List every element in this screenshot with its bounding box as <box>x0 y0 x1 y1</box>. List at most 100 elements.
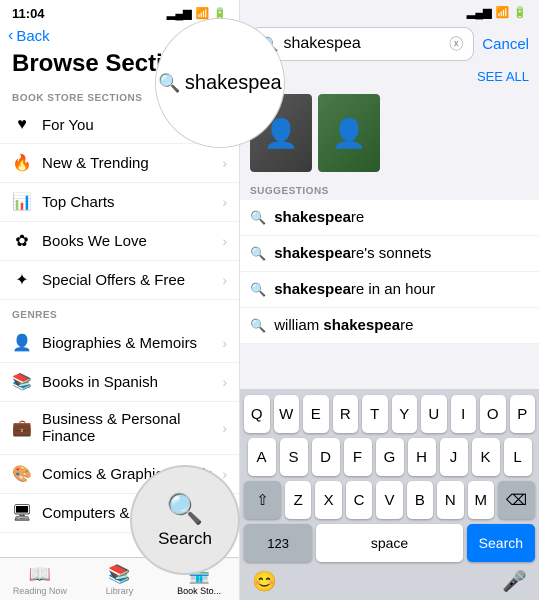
clear-search-icon[interactable]: ⓧ <box>449 34 463 54</box>
key-u[interactable]: U <box>421 395 447 433</box>
key-b[interactable]: B <box>407 481 433 519</box>
suggestion-bold-1: shakespea <box>274 209 351 226</box>
suggestion-search-icon-1: 🔍 <box>250 210 266 226</box>
key-k[interactable]: K <box>472 438 500 476</box>
suggestions-header: SUGGESTIONS <box>240 178 539 200</box>
books-we-love-label: Books We Love <box>42 233 222 250</box>
key-q[interactable]: Q <box>244 395 270 433</box>
key-o[interactable]: O <box>480 395 506 433</box>
key-j[interactable]: J <box>440 438 468 476</box>
library-icon: 📚 <box>108 564 130 585</box>
tab-reading-now-label: Reading Now <box>13 586 67 596</box>
key-t[interactable]: T <box>362 395 388 433</box>
battery-icon-right: 🔋 <box>513 6 527 19</box>
key-m[interactable]: M <box>468 481 494 519</box>
key-w[interactable]: W <box>274 395 300 433</box>
search-bar[interactable]: 🔍 shakespea ⓧ <box>250 27 474 61</box>
back-chevron-icon: ‹ <box>8 27 13 45</box>
special-offers-label: Special Offers & Free <box>42 272 222 289</box>
backspace-key[interactable]: ⌫ <box>498 481 535 519</box>
suggestion-1[interactable]: 🔍 shakespeare <box>240 200 539 236</box>
key-a[interactable]: A <box>248 438 276 476</box>
key-z[interactable]: Z <box>285 481 311 519</box>
space-key[interactable]: space <box>316 524 462 562</box>
key-n[interactable]: N <box>437 481 463 519</box>
see-all-button[interactable]: SEE ALL <box>477 69 529 84</box>
chevron-icon: › <box>222 335 227 351</box>
microphone-key[interactable]: 🎤 <box>502 569 527 594</box>
tab-library[interactable]: 📚 Library <box>80 564 160 596</box>
key-h[interactable]: H <box>408 438 436 476</box>
signal-icon-right: ▂▄▆ <box>467 6 492 19</box>
business-icon: 💼 <box>12 418 32 438</box>
key-l[interactable]: L <box>504 438 532 476</box>
book-previews: 👤 👤 <box>240 88 539 178</box>
key-g[interactable]: G <box>376 438 404 476</box>
suggestion-text-1: shakespeare <box>274 209 364 226</box>
suggestion-search-icon-3: 🔍 <box>250 282 266 298</box>
key-v[interactable]: V <box>376 481 402 519</box>
key-r[interactable]: R <box>333 395 359 433</box>
suggestion-bold-3: shakespea <box>274 281 351 298</box>
search-circle-icon: 🔍 <box>166 492 203 527</box>
keyboard-row-2: A S D F G H J K L <box>244 438 535 476</box>
key-e[interactable]: E <box>303 395 329 433</box>
search-query-text: shakespea <box>283 35 444 53</box>
keyboard: Q W E R T Y U I O P A S D F G H J K L <box>240 389 539 600</box>
magnify-content: 🔍 shakespea <box>156 19 284 147</box>
menu-item-special-offers[interactable]: ✦ Special Offers & Free › <box>0 261 239 300</box>
tab-reading-now[interactable]: 📖 Reading Now <box>0 564 80 596</box>
search-circle-label: Search <box>158 529 212 549</box>
chevron-icon: › <box>222 155 227 171</box>
books-we-love-icon: ✿ <box>12 231 32 251</box>
menu-item-books-we-love[interactable]: ✿ Books We Love › <box>0 222 239 261</box>
search-key[interactable]: Search <box>467 524 535 562</box>
comics-icon: 🎨 <box>12 464 32 484</box>
suggestion-text-2: shakespeare's sonnets <box>274 245 431 262</box>
key-p[interactable]: P <box>510 395 536 433</box>
key-d[interactable]: D <box>312 438 340 476</box>
keyboard-row-3: ⇧ Z X C V B N M ⌫ <box>244 481 535 519</box>
back-label: Back <box>16 28 49 45</box>
key-c[interactable]: C <box>346 481 372 519</box>
app-container: 11:04 ▂▄▆ 📶 🔋 ‹ Back Browse Sections BOO… <box>0 0 539 600</box>
key-s[interactable]: S <box>280 438 308 476</box>
new-trending-icon: 🔥 <box>12 153 32 173</box>
chevron-icon: › <box>222 233 227 249</box>
book2-portrait-icon: 👤 <box>332 117 367 150</box>
cancel-button[interactable]: Cancel <box>482 36 529 53</box>
num-key[interactable]: 123 <box>244 524 312 562</box>
menu-item-books-spanish[interactable]: 📚 Books in Spanish › <box>0 363 239 402</box>
menu-item-biographies[interactable]: 👤 Biographies & Memoirs › <box>0 324 239 363</box>
menu-item-new-trending[interactable]: 🔥 New & Trending › <box>0 144 239 183</box>
magnify-text: shakespea <box>185 72 282 95</box>
computers-icon: 🖥 <box>12 503 32 523</box>
books-spanish-icon: 📚 <box>12 372 32 392</box>
search-circle-overlay[interactable]: 🔍 Search <box>130 465 240 575</box>
keyboard-row-4: 123 space Search <box>244 524 535 562</box>
right-status-bar: ▂▄▆ 📶 🔋 <box>240 0 539 23</box>
book-thumbnail-2[interactable]: 👤 <box>318 94 380 172</box>
tab-library-label: Library <box>106 586 134 596</box>
chevron-icon: › <box>222 374 227 390</box>
chevron-icon: › <box>222 272 227 288</box>
clock: 11:04 <box>12 6 45 21</box>
reading-now-icon: 📖 <box>29 564 51 585</box>
key-x[interactable]: X <box>315 481 341 519</box>
chevron-icon: › <box>222 194 227 210</box>
suggestion-bold-2: shakespea <box>274 245 351 262</box>
section-genres-header: GENRES <box>0 300 239 324</box>
menu-item-business[interactable]: 💼 Business & Personal Finance › <box>0 402 239 455</box>
key-y[interactable]: Y <box>392 395 418 433</box>
suggestion-3[interactable]: 🔍 shakespeare in an hour <box>240 272 539 308</box>
suggestion-4[interactable]: 🔍 william shakespeare <box>240 308 539 344</box>
chevron-icon: › <box>222 420 227 436</box>
biographies-icon: 👤 <box>12 333 32 353</box>
shift-key[interactable]: ⇧ <box>244 481 281 519</box>
key-f[interactable]: F <box>344 438 372 476</box>
emoji-key[interactable]: 😊 <box>252 569 277 594</box>
suggestion-2[interactable]: 🔍 shakespeare's sonnets <box>240 236 539 272</box>
key-i[interactable]: I <box>451 395 477 433</box>
menu-item-top-charts[interactable]: 📊 Top Charts › <box>0 183 239 222</box>
suggestion-text-3: shakespeare in an hour <box>274 281 435 298</box>
